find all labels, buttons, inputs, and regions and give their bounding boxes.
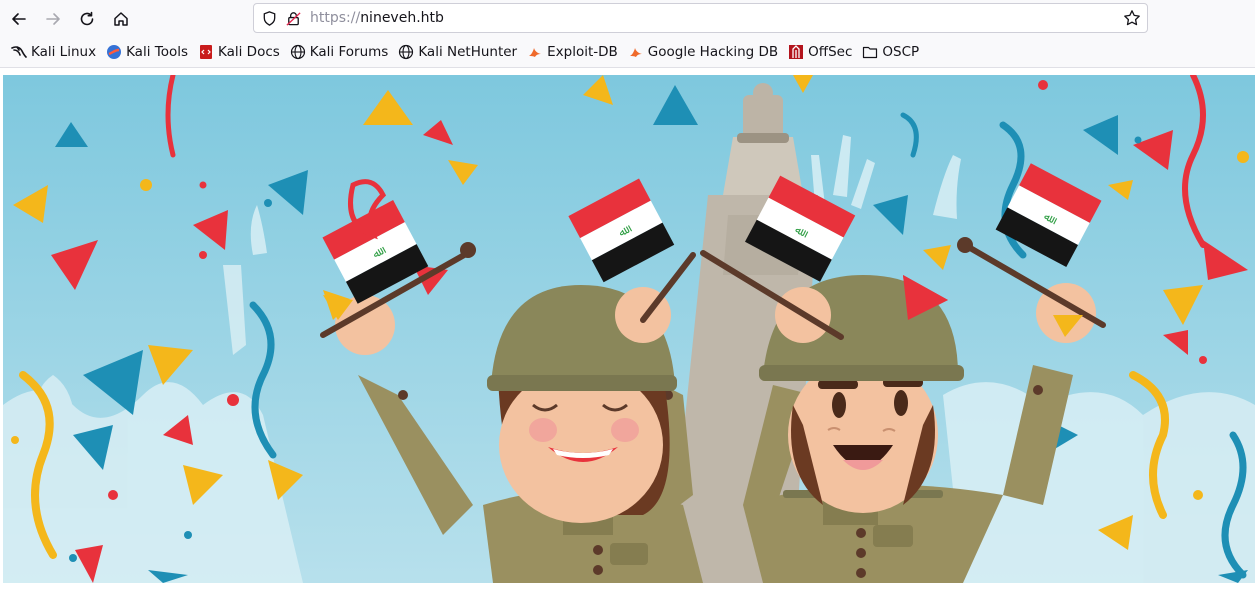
forward-button[interactable] — [38, 4, 68, 34]
bookmark-label: Kali Forums — [309, 44, 389, 60]
bookmark-offsec[interactable]: OffSec — [783, 40, 857, 64]
arrow-left-icon — [12, 12, 26, 25]
back-button[interactable] — [4, 4, 34, 34]
bookmark-folder-oscp[interactable]: OSCP — [857, 40, 924, 64]
url-host: nineveh.htb — [360, 10, 444, 26]
exploit-db-icon — [527, 44, 543, 60]
kali-dragon-icon — [11, 44, 27, 60]
home-button[interactable] — [106, 4, 136, 34]
bookmark-label: Kali NetHunter — [418, 44, 518, 60]
bookmark-label: Google Hacking DB — [647, 44, 779, 60]
bookmark-kali-forums[interactable]: Kali Forums — [285, 40, 394, 64]
bookmark-label: Kali Tools — [126, 44, 188, 60]
reload-button[interactable] — [72, 4, 102, 34]
lock-icon[interactable] — [284, 9, 302, 27]
shield-icon[interactable] — [260, 9, 278, 27]
kali-docs-icon — [198, 44, 214, 60]
navigation-toolbar: https://nineveh.htb — [0, 0, 1255, 37]
bookmark-kali-tools[interactable]: Kali Tools — [101, 40, 193, 64]
address-bar[interactable]: https://nineveh.htb — [253, 3, 1148, 33]
bookmark-label: Kali Docs — [218, 44, 280, 60]
url-scheme: https:// — [310, 10, 361, 26]
page-content: ﷲ ﷲ ﷲ ﷲ — [0, 69, 1255, 604]
star-icon[interactable] — [1123, 9, 1141, 27]
bookmark-label: Kali Linux — [31, 44, 97, 60]
bookmark-label: Exploit-DB — [547, 44, 618, 60]
bookmark-kali-nethunter[interactable]: Kali NetHunter — [393, 40, 522, 64]
globe-icon — [398, 44, 414, 60]
bookmark-google-hacking-db[interactable]: Google Hacking DB — [623, 40, 783, 64]
bookmark-kali-linux[interactable]: Kali Linux — [6, 40, 101, 64]
arrow-right-icon — [46, 12, 60, 25]
celebration-banner-image: ﷲ ﷲ ﷲ ﷲ — [3, 75, 1255, 583]
reload-icon — [80, 11, 94, 25]
browser-window: https://nineveh.htb Kali Linux Kali Tool… — [0, 0, 1255, 604]
bookmark-kali-docs[interactable]: Kali Docs — [193, 40, 285, 64]
globe-icon — [290, 44, 306, 60]
bookmark-label: OSCP — [882, 44, 920, 60]
offsec-icon — [788, 44, 804, 60]
exploit-db-icon — [628, 44, 644, 60]
bookmark-label: OffSec — [808, 44, 853, 60]
home-icon — [114, 11, 128, 26]
bookmark-exploit-db[interactable]: Exploit-DB — [522, 40, 623, 64]
bookmarks-toolbar: Kali Linux Kali Tools Kali Docs Kali For… — [0, 37, 1255, 68]
url-text[interactable]: https://nineveh.htb — [310, 10, 444, 26]
kali-tools-icon — [106, 44, 122, 60]
folder-icon — [862, 44, 878, 60]
